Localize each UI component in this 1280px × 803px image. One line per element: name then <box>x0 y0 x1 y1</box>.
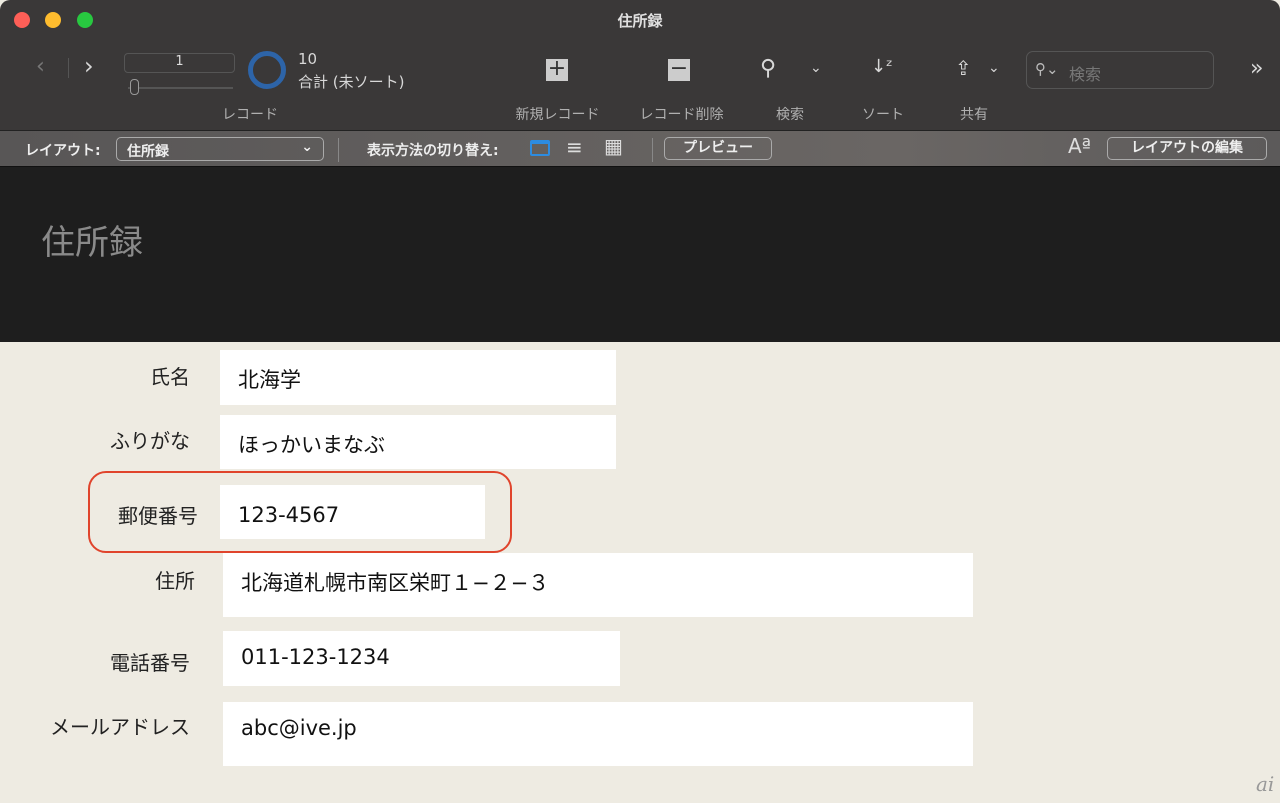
divider <box>68 58 69 78</box>
chevron-down-icon: ⌄ <box>301 139 313 155</box>
search-field[interactable]: ⚲⌄ 検索 <box>1026 51 1214 89</box>
record-slider[interactable] <box>128 87 233 89</box>
pie-chart-icon <box>248 51 286 89</box>
address-field[interactable]: 北海道札幌市南区栄町１−２−３ <box>223 553 973 617</box>
list-view-icon[interactable]: ≡ <box>566 135 583 159</box>
edit-layout-button[interactable]: レイアウトの編集 <box>1107 137 1267 160</box>
share-icon[interactable]: ⇪ <box>955 56 972 80</box>
table-view-icon[interactable]: ▦ <box>604 134 623 158</box>
search-icon[interactable]: ⚲ <box>760 56 776 81</box>
furigana-field[interactable]: ほっかいまなぶ <box>220 415 616 469</box>
overflow-icon[interactable]: » <box>1250 56 1263 81</box>
divider <box>338 138 339 162</box>
records-label: レコード <box>222 107 278 123</box>
previous-record-icon[interactable]: ‹ <box>36 54 45 79</box>
email-field[interactable]: abc@ive.jp <box>223 702 973 766</box>
window-title: 住所録 <box>617 12 663 30</box>
search-icon: ⚲⌄ <box>1035 60 1059 78</box>
slider-thumb[interactable] <box>130 79 139 95</box>
preview-button[interactable]: プレビュー <box>664 137 772 160</box>
minus-icon[interactable]: − <box>668 58 690 81</box>
layout-label: レイアウト: <box>25 143 101 159</box>
record-number-input[interactable]: 1 <box>124 53 235 73</box>
form-view-icon[interactable] <box>530 140 550 156</box>
layout-value: 住所録 <box>127 144 169 160</box>
phone-field[interactable]: 011-123-1234 <box>223 631 620 686</box>
share-button[interactable]: 共有 <box>944 104 1004 124</box>
watermark-logo: ai <box>1256 772 1275 796</box>
search-placeholder: 検索 <box>1069 65 1102 84</box>
next-record-icon[interactable]: › <box>84 52 94 80</box>
chevron-down-icon[interactable]: ⌄ <box>810 60 822 76</box>
page-title: 住所録 <box>41 223 143 263</box>
find-button[interactable]: 検索 <box>760 104 820 124</box>
postal-code-field[interactable]: 123-4567 <box>220 485 485 539</box>
sort-button[interactable]: ソート <box>853 104 913 124</box>
divider <box>652 138 653 162</box>
delete-record-button[interactable]: レコード削除 <box>624 104 739 124</box>
name-field[interactable]: 北海学 <box>220 350 616 405</box>
address-label: 住所 <box>155 569 195 593</box>
record-status: 合計 (未ソート) <box>298 73 405 91</box>
new-record-button[interactable]: 新規レコード <box>500 104 615 124</box>
furigana-label: ふりがな <box>110 429 190 453</box>
plus-icon[interactable]: + <box>546 58 568 81</box>
layout-select[interactable]: 住所録 ⌄ <box>116 137 324 161</box>
text-format-icon[interactable]: Aª <box>1068 134 1091 158</box>
chevron-down-icon[interactable]: ⌄ <box>988 60 1000 76</box>
email-label: メールアドレス <box>50 715 190 739</box>
postal-code-label: 郵便番号 <box>118 504 198 528</box>
phone-label: 電話番号 <box>110 651 190 675</box>
layout-header <box>0 167 1280 342</box>
name-label: 氏名 <box>150 365 190 389</box>
view-as-label: 表示方法の切り替え: <box>367 143 499 159</box>
record-count: 10 <box>298 50 318 68</box>
sort-icon[interactable]: ↓ᶻ <box>871 56 893 77</box>
